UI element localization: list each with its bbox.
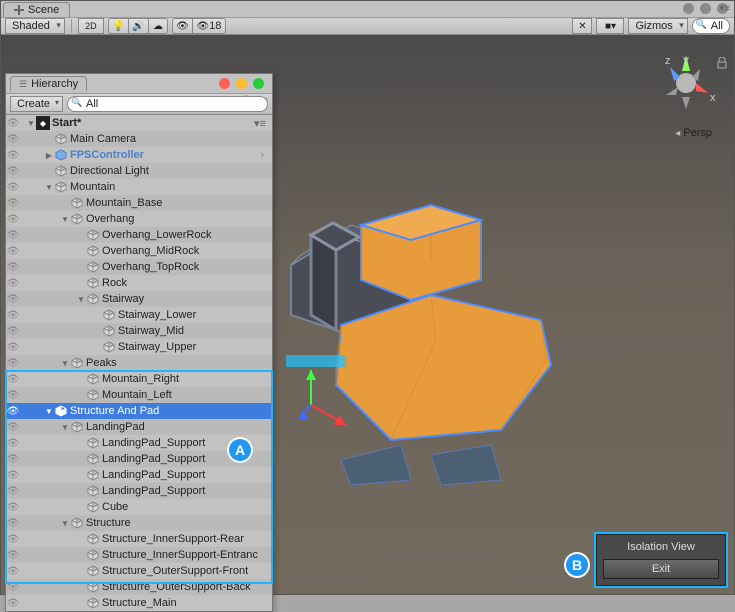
unity-icon: ◆ bbox=[36, 116, 50, 130]
tree-item[interactable]: 👁Stairway_Lower bbox=[6, 307, 272, 323]
tree-item[interactable]: 👁Mountain_Base bbox=[6, 195, 272, 211]
shading-mode-dropdown[interactable]: Shaded bbox=[5, 18, 65, 34]
hidden-toggle[interactable]: 👁 bbox=[172, 18, 192, 34]
chevron-right-icon: › bbox=[260, 149, 264, 161]
scene-search-input[interactable]: All bbox=[692, 18, 730, 34]
hidden-count[interactable]: 👁 18 bbox=[192, 18, 226, 34]
tree-item[interactable]: 👁Structure_InnerSupport-Entranc bbox=[6, 547, 272, 563]
hierarchy-panel: ☰ Hierarchy 🔒 ▾≡ Create All 👁 ▼ ◆ Start*… bbox=[5, 73, 273, 612]
projection-label[interactable]: ◂ Persp bbox=[675, 127, 712, 139]
tree-item[interactable]: 👁Structurre_OuterSupport-Back bbox=[6, 579, 272, 595]
isolation-title: Isolation View bbox=[627, 541, 695, 553]
lock-icon[interactable] bbox=[716, 57, 728, 69]
tree-item[interactable]: 👁▼Overhang bbox=[6, 211, 272, 227]
tree-item[interactable]: 👁Mountain_Right bbox=[6, 371, 272, 387]
create-dropdown[interactable]: Create bbox=[10, 96, 63, 112]
tree-item[interactable]: 👁Overhang_TopRock bbox=[6, 259, 272, 275]
camera-icon[interactable]: ■▾ bbox=[596, 18, 624, 34]
tree-item[interactable]: 👁▼Structure bbox=[6, 515, 272, 531]
tree-item-selected[interactable]: 👁▼Structure And Pad bbox=[6, 403, 272, 419]
isolation-view-panel: Isolation View Exit bbox=[596, 534, 726, 586]
orientation-gizmo[interactable]: y x z bbox=[656, 53, 716, 113]
tree-item[interactable]: 👁Mountain_Left bbox=[6, 387, 272, 403]
2d-toggle[interactable]: 2D bbox=[78, 18, 104, 34]
scene-tab-label: Scene bbox=[28, 4, 59, 16]
tree-item[interactable]: 👁Overhang_MidRock bbox=[6, 243, 272, 259]
tools-icon[interactable]: ✕ bbox=[572, 18, 592, 34]
tree-item[interactable]: 👁Overhang_LowerRock bbox=[6, 227, 272, 243]
svg-text:y: y bbox=[683, 54, 689, 66]
scene-options-icon[interactable]: ▾≡ bbox=[254, 117, 266, 130]
tree-item[interactable]: 👁Structure_Main bbox=[6, 595, 272, 611]
tree-item[interactable]: 👁Main Camera bbox=[6, 131, 272, 147]
hierarchy-tab[interactable]: ☰ Hierarchy bbox=[10, 76, 87, 91]
scene-root[interactable]: 👁 ▼ ◆ Start* ▾≡ bbox=[6, 115, 272, 131]
audio-toggle[interactable]: 🔊 bbox=[128, 18, 148, 34]
tree-item[interactable]: 👁Stairway_Upper bbox=[6, 339, 272, 355]
tree-item[interactable]: 👁Directional Light bbox=[6, 163, 272, 179]
callout-b: B bbox=[564, 552, 590, 578]
3d-model bbox=[281, 165, 611, 485]
hierarchy-search-input[interactable]: All bbox=[67, 96, 268, 112]
tree-item[interactable]: 👁▼Mountain bbox=[6, 179, 272, 195]
isolation-exit-button[interactable]: Exit bbox=[603, 559, 719, 579]
svg-text:x: x bbox=[710, 92, 716, 104]
expand-icon[interactable]: ▼ bbox=[26, 119, 36, 128]
tree-item[interactable]: 👁▼Peaks bbox=[6, 355, 272, 371]
gizmos-dropdown[interactable]: Gizmos bbox=[628, 18, 687, 34]
tree-item[interactable]: 👁Cube bbox=[6, 499, 272, 515]
hierarchy-tree[interactable]: 👁 ▼ ◆ Start* ▾≡ 👁Main Camera 👁▶FPSContro… bbox=[6, 115, 272, 611]
tree-item[interactable]: 👁Structure_InnerSupport-Rear bbox=[6, 531, 272, 547]
scene-tab[interactable]: Scene bbox=[3, 2, 70, 17]
svg-text:z: z bbox=[665, 55, 671, 67]
callout-a: A bbox=[227, 437, 253, 463]
tree-item-fps[interactable]: 👁▶FPSController› bbox=[6, 147, 272, 163]
tree-item[interactable]: 👁▼Stairway bbox=[6, 291, 272, 307]
tree-item[interactable]: 👁Stairway_Mid bbox=[6, 323, 272, 339]
fx-toggle[interactable]: ☁ bbox=[148, 18, 168, 34]
tree-item[interactable]: 👁Structure_OuterSupport-Front bbox=[6, 563, 272, 579]
lighting-toggle[interactable]: 💡 bbox=[108, 18, 128, 34]
tree-item[interactable]: 👁LandingPad_Support bbox=[6, 483, 272, 499]
tab-options-icon[interactable]: ▾≡ bbox=[719, 3, 730, 14]
tree-item[interactable]: 👁▼LandingPad bbox=[6, 419, 272, 435]
scene-toolbar: Shaded 2D 💡 🔊 ☁ 👁 👁 18 ✕ ■▾ Gizmos All bbox=[1, 17, 734, 35]
tree-item[interactable]: 👁LandingPad_Support bbox=[6, 467, 272, 483]
traffic-lights[interactable] bbox=[219, 78, 264, 89]
visibility-icon[interactable]: 👁 bbox=[6, 118, 20, 129]
tree-item[interactable]: 👁Rock bbox=[6, 275, 272, 291]
